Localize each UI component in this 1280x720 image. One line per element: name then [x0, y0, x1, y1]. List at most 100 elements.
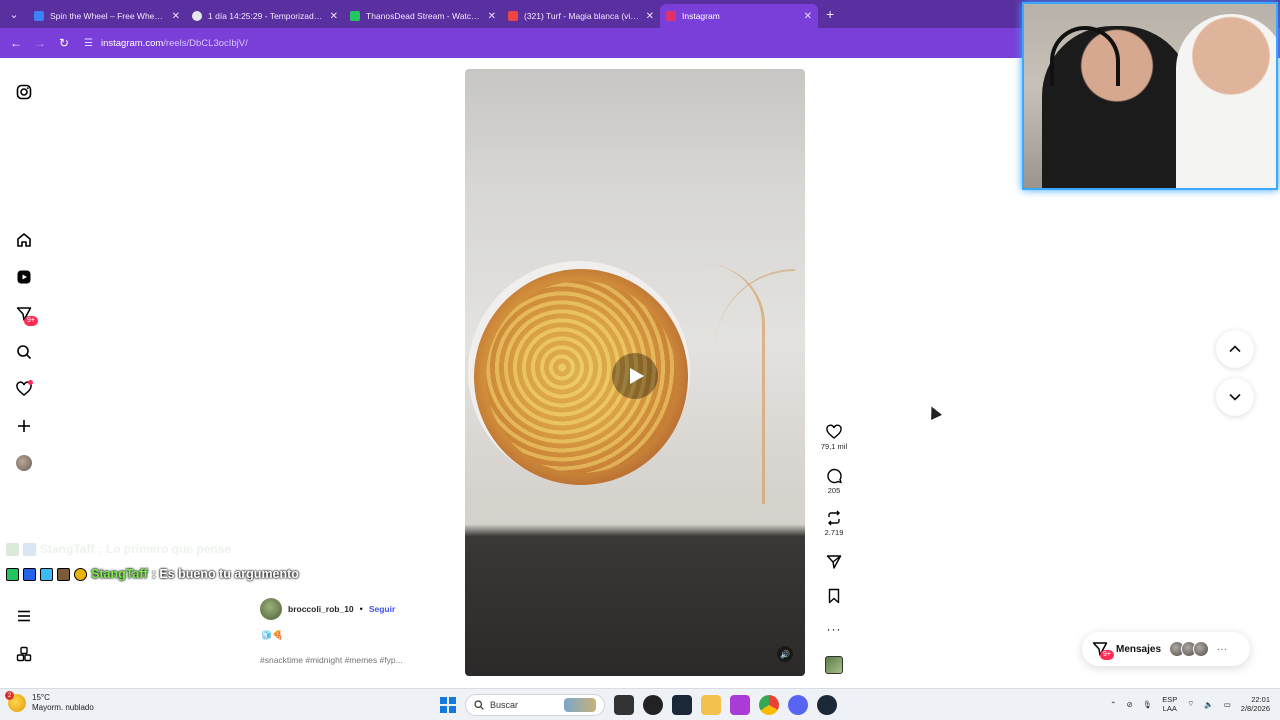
obs-icon[interactable] — [643, 695, 663, 715]
save-action[interactable] — [816, 588, 852, 604]
reel-video[interactable]: 🔊 — [465, 69, 805, 676]
chat-badge — [57, 567, 70, 581]
weather-widget[interactable]: 2 15°C Mayorm. nublado — [5, 691, 94, 713]
repost-action[interactable]: 2.719 — [816, 510, 852, 537]
wifi-icon[interactable]: ⌔ — [1187, 699, 1194, 709]
comment-action[interactable]: 205 — [816, 468, 852, 495]
microphone-icon[interactable]: 🎙 — [1143, 700, 1153, 709]
mouse-cursor-icon — [926, 404, 942, 420]
chat-badge — [23, 567, 36, 581]
like-count: 79,1 mil — [820, 442, 848, 451]
chat-badge — [40, 567, 53, 581]
messages-label: Mensajes — [1116, 643, 1162, 655]
forward-arrow-icon[interactable]: → — [30, 33, 50, 53]
ellipsis-icon: ··· — [826, 622, 842, 636]
follow-button[interactable]: Seguir — [369, 604, 395, 614]
weather-condition: Mayorm. nublado — [32, 703, 94, 712]
reel-caption: 🧊🍕 — [261, 630, 284, 640]
system-tray: ⌃ ⊘ 🎙 ESP LAA ⌔ 🔈 ▭ 22:01 2/8/2026 — [1110, 695, 1270, 713]
tab-youtube-video[interactable]: (321) Turf - Magia blanca (vide ✕ — [502, 4, 660, 28]
close-icon[interactable]: ✕ — [330, 11, 338, 22]
tab-spin-the-wheel[interactable]: Spin the Wheel – Free Wheel Sp ✕ — [28, 4, 186, 28]
reel-hashtags[interactable]: #snacktime #midnight #memes #fyp... — [260, 655, 403, 665]
streaming-app-icon[interactable] — [730, 695, 750, 715]
steam-icon[interactable] — [817, 695, 837, 715]
close-icon[interactable]: ✕ — [804, 11, 812, 22]
taskbar-search[interactable]: Buscar — [465, 694, 605, 716]
create-plus-icon[interactable] — [14, 416, 34, 436]
address-bar[interactable]: ☰ instagram.com/reels/DbCL3ocIbjV/ — [84, 38, 248, 49]
profile-avatar[interactable] — [14, 453, 34, 473]
steam-icon[interactable] — [672, 695, 692, 715]
tab-title: Spin the Wheel – Free Wheel Sp — [50, 11, 166, 21]
audio-thumbnail — [825, 656, 843, 674]
url-path: /reels/DbCL3ocIbjV/ — [163, 37, 248, 49]
heart-icon[interactable] — [826, 424, 842, 440]
search-highlight-image — [564, 698, 596, 712]
previous-reel-button[interactable] — [1216, 330, 1254, 368]
chat-text: : Es bueno tu argumento — [151, 567, 299, 581]
more-options-icon[interactable]: ··· — [816, 622, 852, 636]
new-tab-button[interactable]: + — [826, 6, 834, 22]
reels-icon[interactable] — [14, 267, 34, 287]
battery-icon[interactable]: ▭ — [1224, 700, 1231, 709]
file-explorer-icon[interactable] — [701, 695, 721, 715]
play-button[interactable] — [612, 353, 658, 399]
close-icon[interactable]: ✕ — [172, 11, 180, 22]
tab-temporizador[interactable]: 1 día 14:25:29 - Temporizador C ✕ — [186, 4, 344, 28]
tab-search-menu-button[interactable]: ⌄ — [0, 0, 28, 28]
site-info-icon[interactable]: ☰ — [84, 38, 93, 49]
close-icon[interactable]: ✕ — [646, 11, 654, 22]
close-icon[interactable]: ✕ — [488, 11, 496, 22]
weather-icon: 2 — [5, 691, 26, 712]
heart-icon[interactable] — [14, 379, 34, 399]
avatar[interactable] — [260, 598, 282, 620]
search-icon[interactable] — [14, 342, 34, 362]
task-view-icon[interactable] — [614, 695, 634, 715]
messages-button[interactable]: 9+ Mensajes ··· — [1082, 632, 1250, 666]
reload-icon[interactable]: ↻ — [54, 33, 74, 53]
share-icon[interactable] — [826, 554, 842, 570]
author-username[interactable]: broccoli_rob_10 — [288, 604, 354, 614]
windows-start-icon[interactable] — [440, 697, 456, 713]
chat-username: StangTaff — [40, 542, 95, 556]
network-off-icon[interactable]: ⊘ — [1126, 700, 1132, 709]
also-from-meta-icon[interactable] — [14, 644, 34, 664]
more-menu-icon[interactable] — [14, 606, 34, 626]
weather-badge: 2 — [5, 691, 14, 700]
chat-badge — [23, 542, 36, 556]
volume-icon[interactable]: 🔊 — [777, 646, 793, 662]
keyboard-layout: LAA — [1162, 704, 1177, 713]
repost-icon[interactable] — [826, 510, 842, 526]
like-action[interactable]: 79,1 mil — [816, 424, 852, 451]
direct-messages-icon[interactable]: 9+ — [14, 304, 38, 326]
url-host: instagram.com — [100, 37, 164, 49]
comment-icon[interactable] — [826, 468, 842, 484]
chrome-icon[interactable] — [759, 695, 779, 715]
time: 22:01 — [1251, 695, 1270, 704]
tab-instagram[interactable]: Instagram ✕ — [660, 4, 818, 28]
chat-text: : Lo primero que pense — [98, 542, 232, 556]
separator-dot: • — [359, 604, 363, 614]
tab-kick-stream[interactable]: ThanosDead Stream - Watch Li ✕ — [344, 4, 502, 28]
bookmark-icon[interactable] — [826, 588, 842, 604]
home-icon[interactable] — [14, 230, 34, 250]
clock[interactable]: 22:01 2/8/2026 — [1241, 695, 1270, 713]
back-arrow-icon[interactable]: ← — [6, 33, 26, 53]
youtube-favicon-icon — [508, 11, 518, 21]
audio-track[interactable] — [816, 656, 852, 674]
language-indicator[interactable]: ESP LAA — [1162, 695, 1177, 713]
instagram-logo-icon[interactable] — [14, 82, 34, 102]
tab-title: (321) Turf - Magia blanca (vide — [524, 11, 640, 21]
comment-count: 205 — [827, 486, 841, 495]
discord-icon[interactable] — [788, 695, 808, 715]
volume-icon[interactable]: 🔈 — [1204, 700, 1213, 709]
share-action[interactable] — [816, 554, 852, 570]
coin-badge — [74, 567, 87, 581]
chat-message: StangTaff : Es bueno tu argumento — [6, 567, 299, 581]
instagram-sidebar: 9+ — [0, 58, 48, 688]
taskbar-apps: Buscar — [440, 694, 837, 716]
chevron-up-icon[interactable]: ⌃ — [1110, 700, 1116, 709]
notifications-badge: 9+ — [24, 316, 38, 326]
next-reel-button[interactable] — [1216, 378, 1254, 416]
